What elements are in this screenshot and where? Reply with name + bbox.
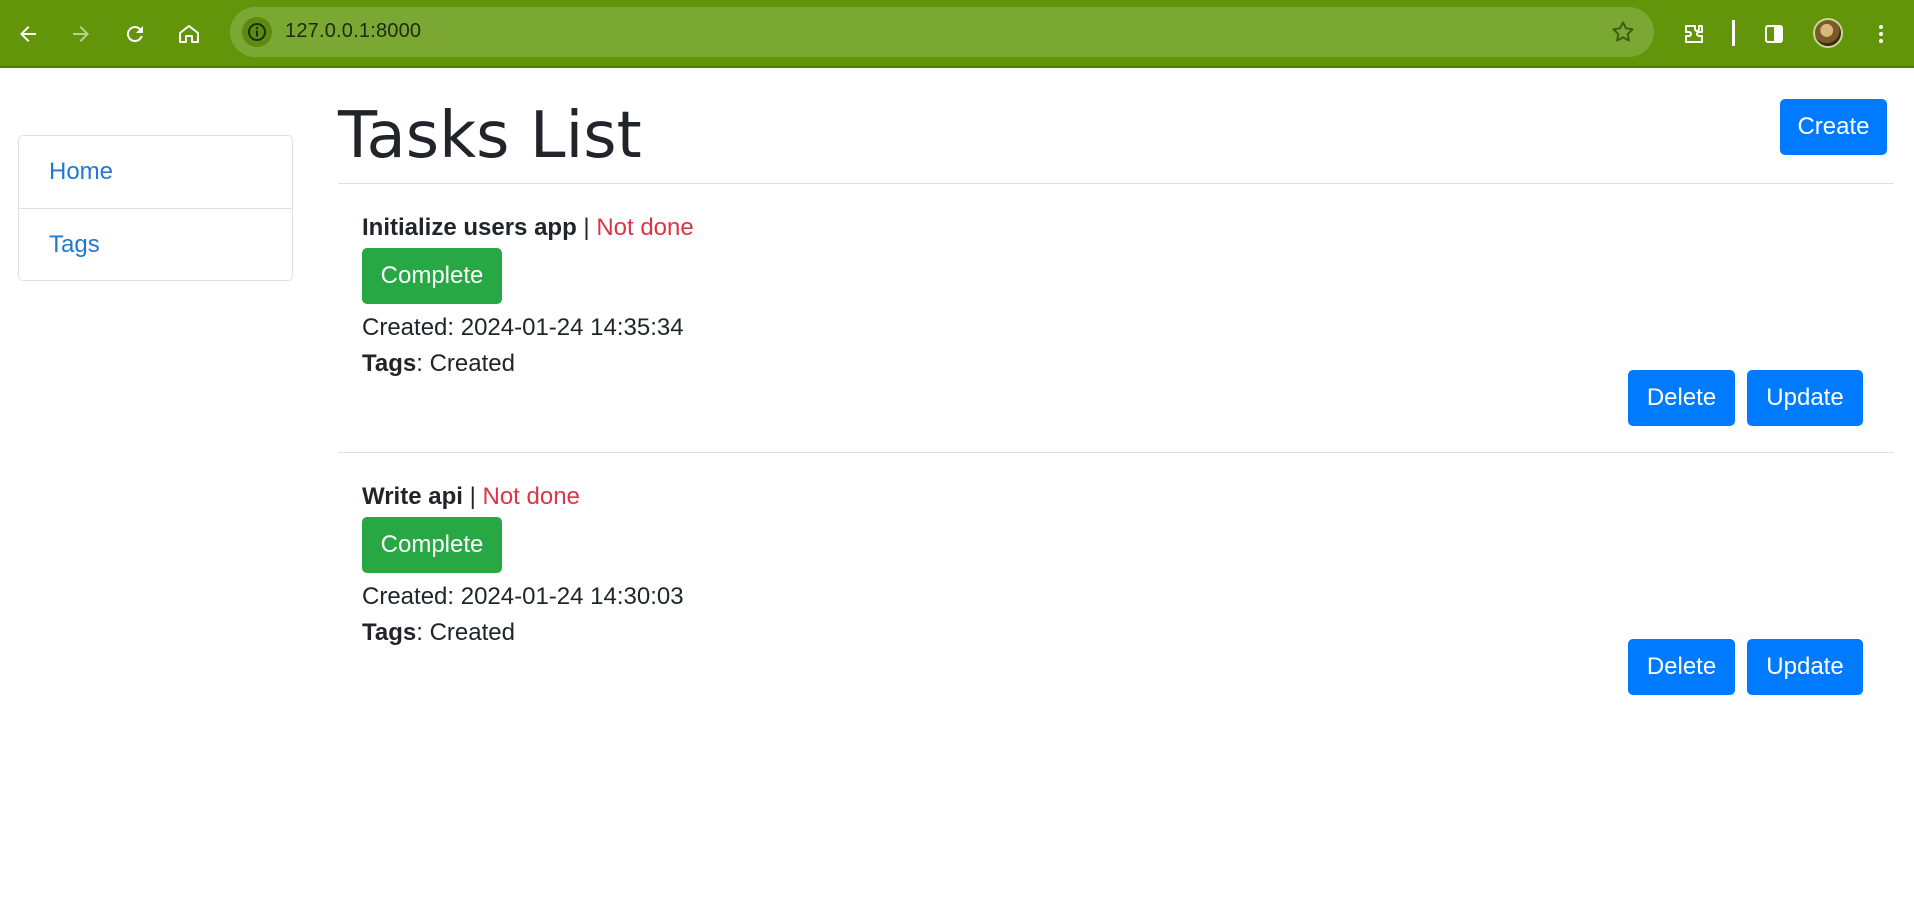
task-status: Not done [482,483,580,510]
complete-button[interactable]: Complete [362,517,502,573]
home-icon[interactable] [168,13,210,55]
title-separator: | [469,483,476,510]
extensions-icon[interactable] [1673,13,1715,55]
create-button[interactable]: Create [1780,99,1887,155]
task-name: Initialize users app [362,214,577,241]
reload-icon[interactable] [114,13,156,55]
task-status: Not done [596,214,694,241]
tags-value: : Created [416,350,515,377]
bookmark-star-icon[interactable] [1610,19,1636,45]
url-text[interactable]: 127.0.0.1:8000 [285,20,421,43]
complete-button[interactable]: Complete [362,248,502,304]
toolbar-divider [1732,20,1735,46]
task-item: Initialize users app | Not done Complete… [338,184,1894,453]
tags-label: Tags [362,350,417,377]
update-button[interactable]: Update [1747,370,1863,426]
task-tags: Tags: Created [362,619,515,647]
address-bar[interactable]: 127.0.0.1:8000 [230,7,1654,57]
site-info-icon[interactable] [242,17,272,47]
sidebar-nav: Home Tags [18,135,293,281]
side-panel-icon[interactable] [1753,13,1795,55]
back-arrow-icon[interactable] [7,13,49,55]
profile-avatar[interactable] [1813,18,1843,48]
title-separator: | [583,214,590,241]
forward-arrow-icon[interactable] [60,13,102,55]
task-item: Write api | Not done Complete Created: 2… [338,453,1894,722]
task-name: Write api [362,483,463,510]
kebab-menu-icon[interactable] [1860,13,1902,55]
tags-value: : Created [416,619,515,646]
delete-button[interactable]: Delete [1628,639,1735,695]
task-title-line: Write api | Not done [362,483,580,511]
sidebar-item-tags[interactable]: Tags [19,208,292,280]
task-created: Created: 2024-01-24 14:30:03 [362,583,684,610]
browser-toolbar: 127.0.0.1:8000 [0,0,1914,68]
update-button[interactable]: Update [1747,639,1863,695]
task-created: Created: 2024-01-24 14:35:34 [362,314,684,341]
tags-label: Tags [362,619,417,646]
page-title: Tasks List [338,99,642,173]
delete-button[interactable]: Delete [1628,370,1735,426]
task-tags: Tags: Created [362,350,515,378]
task-title-line: Initialize users app | Not done [362,214,694,242]
sidebar-item-home[interactable]: Home [19,136,292,208]
